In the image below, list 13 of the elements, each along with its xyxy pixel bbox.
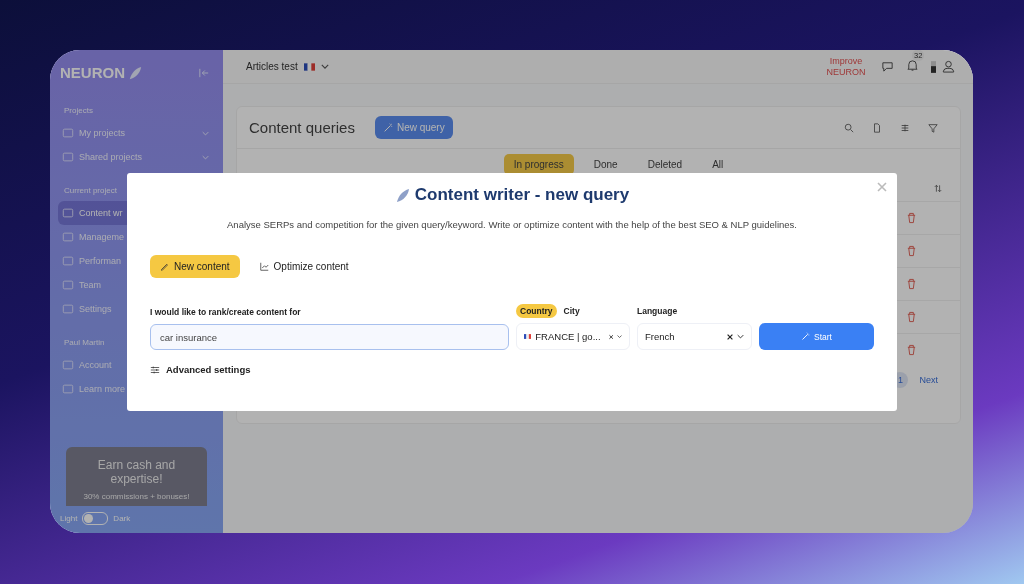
section-title: Paul Martin xyxy=(63,337,106,349)
query-label: I would like to rank/create content for xyxy=(150,307,302,319)
dialog-title: Content writer - new query xyxy=(414,185,630,205)
promo-title: Earn cash and expertise! xyxy=(96,458,177,486)
logo-text: NEURON xyxy=(60,64,125,81)
dark-label: Dark xyxy=(113,514,131,523)
dialog-description: Analyse SERPs and competition for the given query/keyword. Write or optimize content with the help of the best SEO & NLP guidelines. xyxy=(226,219,798,230)
light-label: Light xyxy=(60,514,78,523)
section-title: Current project xyxy=(63,185,118,197)
promo-subtitle: 30% commissions + bonuses! xyxy=(83,492,190,501)
section-title: Projects xyxy=(63,105,94,117)
page-title: Content queries xyxy=(249,119,355,136)
language-label: Language xyxy=(637,306,679,318)
